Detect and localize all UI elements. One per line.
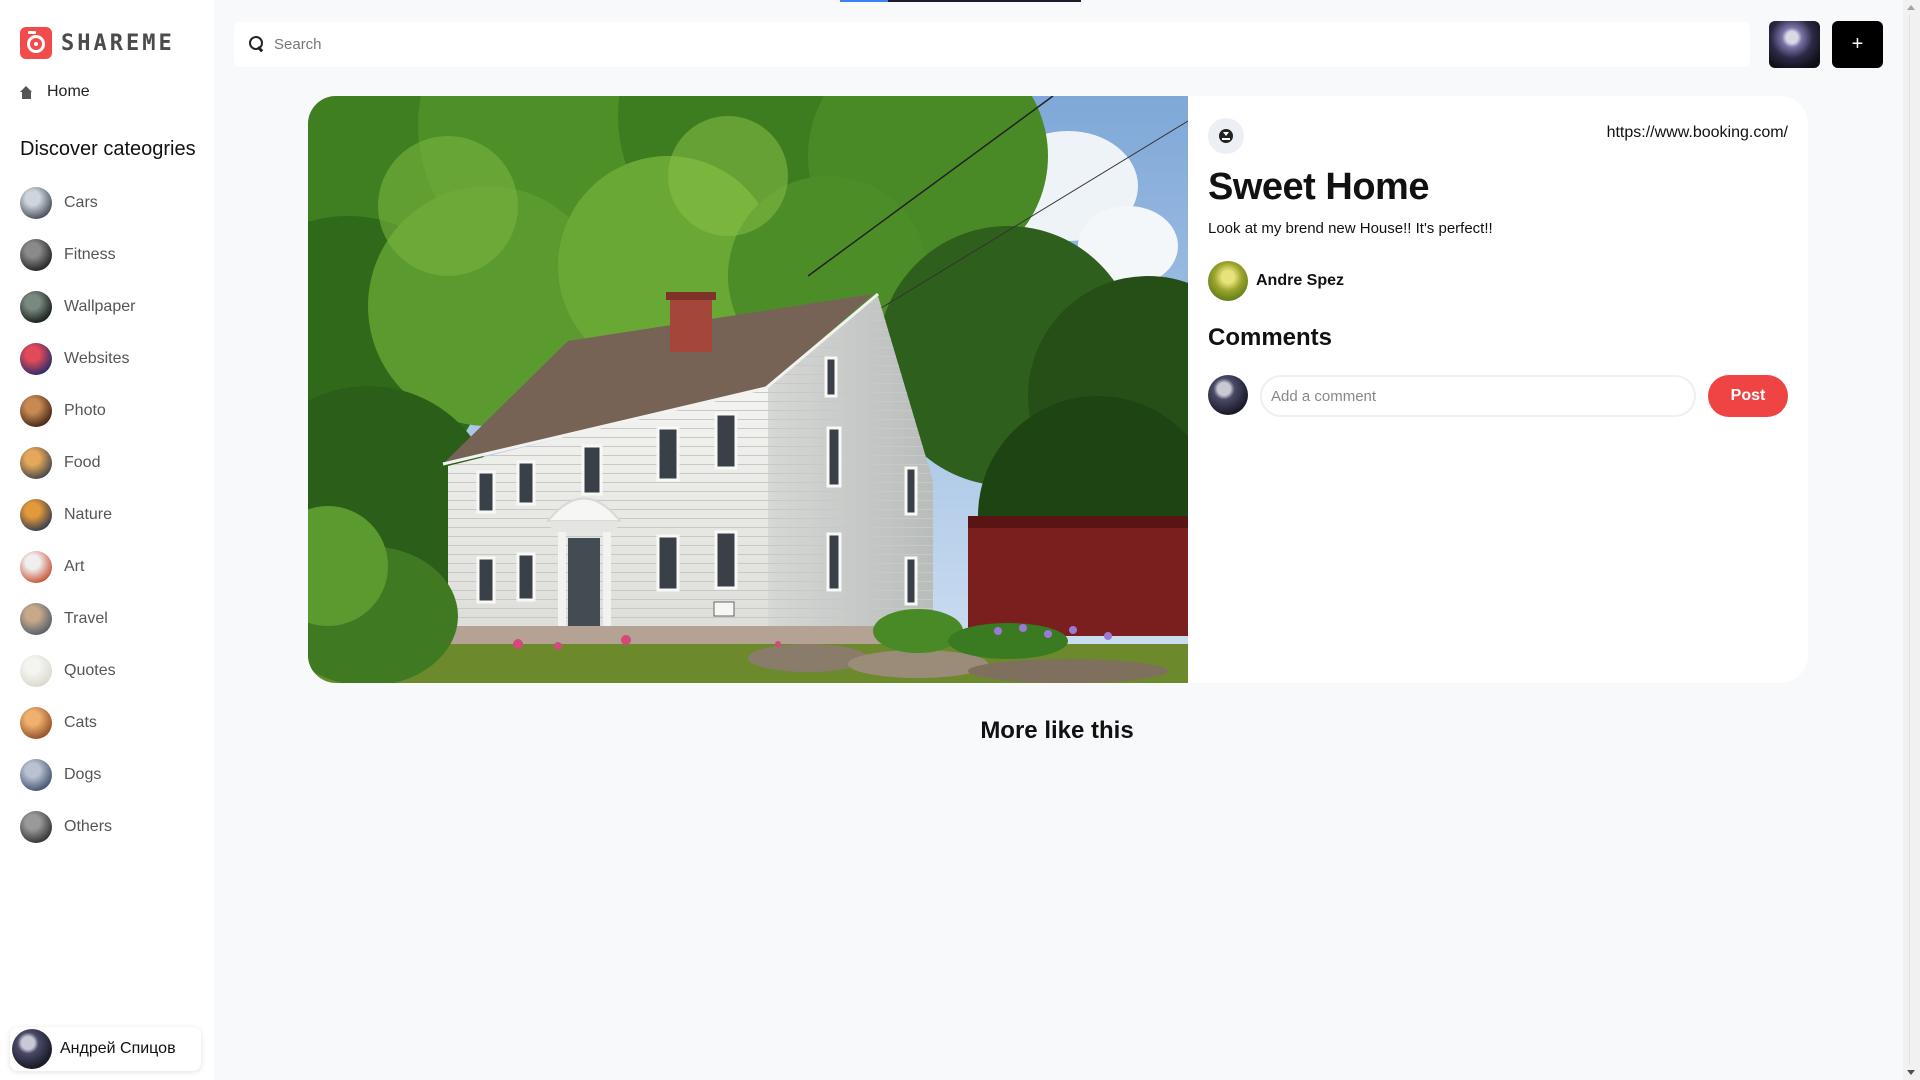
sidebar-item-travel[interactable]: Travel (20, 593, 135, 645)
plus-icon: + (1851, 33, 1864, 55)
avatar (12, 1029, 52, 1069)
brand-name: SHAREME (61, 30, 175, 56)
user-avatar-button[interactable] (1769, 21, 1820, 68)
sidebar-item-label: Nature (64, 506, 113, 523)
discover-categories-heading: Discover cateogries (20, 138, 196, 160)
pin-image (308, 96, 1188, 683)
nature-category-image (20, 499, 52, 531)
wallpaper-category-image (20, 291, 52, 323)
sidebar-item-art[interactable]: Art (20, 541, 135, 593)
sidebar-item-label: Art (64, 558, 85, 575)
sidebar-item-label: Fitness (64, 246, 116, 263)
scroll-down-icon[interactable] (1907, 1070, 1915, 1075)
user-name: Андрей Спицов (60, 1040, 176, 1057)
sidebar-item-fitness[interactable]: Fitness (20, 229, 135, 281)
more-like-this-heading: More like this (980, 717, 1134, 744)
user-profile-link[interactable]: Андрей Спицов (10, 1027, 201, 1071)
sidebar-item-label: Others (64, 818, 113, 835)
comments-heading: Comments (1208, 324, 1333, 351)
others-category-image (20, 811, 52, 843)
post-comment-button[interactable]: Post (1708, 375, 1788, 417)
fitness-category-image (20, 239, 52, 271)
sidebar-item-home[interactable]: Home (20, 83, 90, 101)
sidebar-item-quotes[interactable]: Quotes (20, 645, 135, 697)
art-category-image (20, 551, 52, 583)
sidebar-item-cars[interactable]: Cars (20, 177, 135, 229)
pin-description: Look at my brend new House!! It's perfec… (1208, 220, 1493, 237)
sidebar-item-wallpaper[interactable]: Wallpaper (20, 281, 135, 333)
sidebar-item-nature[interactable]: Nature (20, 489, 135, 541)
sidebar-item-dogs[interactable]: Dogs (20, 749, 135, 801)
sidebar-item-photo[interactable]: Photo (20, 385, 135, 437)
source-link[interactable]: https://www.booking.com/ (1607, 124, 1788, 142)
food-category-image (20, 447, 52, 479)
sidebar-item-label: Websites (64, 350, 130, 367)
pin-title: Sweet Home (1208, 166, 1429, 208)
sidebar-item-label: Cars (64, 194, 98, 211)
camera-logo-icon (20, 27, 52, 59)
dogs-category-image (20, 759, 52, 791)
sidebar-item-cats[interactable]: Cats (20, 697, 135, 749)
sidebar-item-label: Photo (64, 402, 106, 419)
create-pin-button[interactable]: + (1832, 21, 1883, 68)
page-scrollbar[interactable] (1903, 0, 1920, 1080)
cars-category-image (20, 187, 52, 219)
loading-bar (840, 0, 1081, 2)
author-name: Andre Spez (1256, 272, 1345, 289)
quotes-category-image (20, 655, 52, 687)
sidebar-item-label: Quotes (64, 662, 116, 679)
sidebar-item-websites[interactable]: Websites (20, 333, 135, 385)
category-list: Cars Fitness Wallpaper Websites Photo Food Nat… (20, 177, 135, 853)
sidebar-item-label: Travel (64, 610, 108, 627)
shareme-logo[interactable]: SHAREME (20, 27, 175, 59)
search-input[interactable] (274, 22, 1734, 67)
avatar (1208, 261, 1248, 301)
home-icon (20, 85, 33, 99)
download-button[interactable] (1208, 118, 1244, 154)
search-icon (249, 36, 265, 52)
pin-detail-card: https://www.booking.com/ Sweet Home Look… (308, 96, 1808, 683)
scroll-up-icon[interactable] (1907, 5, 1915, 10)
sidebar-item-label: Dogs (64, 766, 102, 783)
sidebar-item-food[interactable]: Food (20, 437, 135, 489)
photo-category-image (20, 395, 52, 427)
websites-category-image (20, 343, 52, 375)
sidebar-item-label: Cats (64, 714, 97, 731)
cats-category-image (20, 707, 52, 739)
sidebar-item-others[interactable]: Others (20, 801, 135, 853)
sidebar-item-label: Wallpaper (64, 298, 136, 315)
search-bar[interactable] (234, 22, 1750, 67)
travel-category-image (20, 603, 52, 635)
sidebar-item-label: Home (47, 83, 90, 100)
avatar[interactable] (1208, 375, 1248, 415)
pin-author-link[interactable]: Andre Spez (1208, 261, 1344, 301)
comment-form: Post (1208, 375, 1788, 417)
sidebar: SHAREME Home Discover cateogries Cars Fit… (0, 0, 214, 1080)
more-like-this-section: More like this (214, 717, 1900, 745)
comment-input[interactable] (1260, 375, 1696, 417)
sidebar-item-label: Food (64, 454, 101, 471)
